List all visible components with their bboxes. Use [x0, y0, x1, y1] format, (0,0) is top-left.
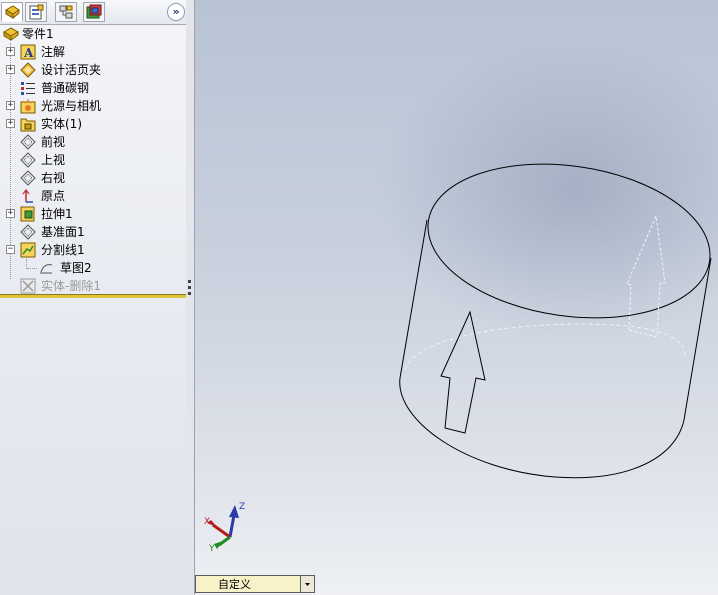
plane-icon — [20, 134, 36, 150]
tree-item-top-plane[interactable]: 上视 — [0, 151, 186, 169]
tree-item-label: 右视 — [41, 171, 66, 185]
triad-x-label: X — [204, 517, 210, 527]
expand-toggle[interactable]: + — [6, 47, 15, 56]
tree-item-design-binder[interactable]: + 设计活页夹 — [0, 61, 186, 79]
tree-item-lights-cameras[interactable]: + 光源与相机 — [0, 97, 186, 115]
triad-z-label: Z — [239, 502, 245, 512]
tree-item-label: 草图2 — [60, 261, 92, 275]
annotations-icon: A — [20, 44, 36, 60]
design-binder-icon — [20, 62, 36, 78]
cylinder-left-silhouette — [399, 219, 428, 379]
graphics-viewport[interactable]: X Z Y 自定义 — [195, 0, 718, 595]
tree-item-label: 原点 — [41, 189, 66, 203]
hidden-arrow — [626, 214, 666, 338]
cylinder-top-edge — [427, 163, 711, 319]
panel-tab-strip: » — [0, 0, 186, 25]
split-line-icon — [20, 242, 36, 258]
expand-toggle[interactable]: + — [6, 209, 15, 218]
solid-bodies-icon — [20, 118, 36, 132]
tree-item-delete-body1[interactable]: 实体-删除1 — [0, 277, 186, 295]
tree-item-right-plane[interactable]: 右视 — [0, 169, 186, 187]
expand-panel-button[interactable]: » — [167, 3, 185, 21]
tree-item-material[interactable]: 普通碳钢 — [0, 79, 186, 97]
splitter-grip — [188, 292, 191, 295]
tree-item-extrude1[interactable]: + 拉伸1 — [0, 205, 186, 223]
tree-item-solid-bodies[interactable]: + 实体(1) — [0, 115, 186, 133]
expand-toggle[interactable]: + — [6, 101, 15, 110]
rollback-bar[interactable] — [0, 294, 186, 298]
cylinder-right-silhouette — [683, 257, 712, 421]
appearance-icon — [86, 4, 102, 19]
propertymanager-tab[interactable] — [25, 2, 47, 22]
split-line-arrow — [440, 310, 486, 434]
tree-item-label: 上视 — [41, 153, 66, 167]
view-orientation-value: 自定义 — [218, 578, 251, 591]
featuremanager-tab[interactable] — [1, 2, 23, 22]
extrude-icon — [20, 206, 35, 222]
material-icon — [21, 82, 35, 95]
splitter-grip — [188, 286, 191, 289]
chevron-down-icon[interactable] — [300, 576, 314, 592]
feature-tree-icon — [4, 5, 20, 20]
tree-item-sketch2[interactable]: 草图2 — [0, 259, 186, 277]
tree-item-label: 注解 — [41, 45, 66, 59]
tree-item-label: 设计活页夹 — [41, 63, 102, 77]
tree-item-label: 拉伸1 — [41, 207, 73, 221]
plane-icon — [20, 224, 36, 240]
tree-root-label: 零件1 — [22, 27, 54, 41]
cylinder-model[interactable] — [195, 0, 718, 595]
tree-item-label: 实体(1) — [41, 117, 82, 131]
svg-text:A: A — [23, 46, 34, 60]
tree-item-label: 基准面1 — [41, 225, 85, 239]
feature-manager-panel: » 零件1 + A 注解 + 设计活页夹 普通碳钢 + 光源与相机 + 实体(1… — [0, 0, 187, 595]
splitter-grip — [188, 280, 191, 283]
plane-icon — [20, 152, 36, 168]
configuration-icon — [59, 5, 73, 19]
tree-item-label: 前视 — [41, 135, 66, 149]
lights-cameras-icon — [20, 99, 36, 114]
tree-item-label: 光源与相机 — [41, 99, 102, 113]
expand-toggle[interactable]: + — [6, 119, 15, 128]
view-orientation-dropdown[interactable]: 自定义 — [195, 575, 315, 593]
tree-root-part[interactable]: 零件1 — [0, 25, 186, 43]
tree-item-plane1[interactable]: 基准面1 — [0, 223, 186, 241]
collapse-toggle[interactable]: − — [6, 245, 15, 254]
tree-item-origin[interactable]: 原点 — [0, 187, 186, 205]
property-manager-icon — [29, 4, 44, 20]
reference-triad: X Z Y — [204, 502, 245, 554]
tree-item-front-plane[interactable]: 前视 — [0, 133, 186, 151]
configurationmanager-tab[interactable] — [55, 2, 77, 22]
cylinder-bottom-edge — [399, 377, 685, 479]
delete-body-icon — [20, 278, 36, 294]
tree-item-label: 分割线1 — [41, 243, 85, 257]
part-icon — [3, 27, 19, 41]
display-manager-tab[interactable] — [83, 2, 105, 22]
sketch-icon — [40, 264, 53, 274]
expand-toggle[interactable]: + — [6, 65, 15, 74]
plane-icon — [20, 170, 36, 186]
panel-splitter[interactable] — [186, 0, 195, 595]
triad-y-label: Y — [208, 544, 215, 554]
origin-icon — [22, 189, 33, 203]
tree-item-label: 实体-删除1 — [41, 279, 101, 293]
tree-item-annotations[interactable]: + A 注解 — [0, 43, 186, 61]
tree-item-label: 普通碳钢 — [41, 81, 90, 95]
tree-item-split-line1[interactable]: − 分割线1 — [0, 241, 186, 259]
